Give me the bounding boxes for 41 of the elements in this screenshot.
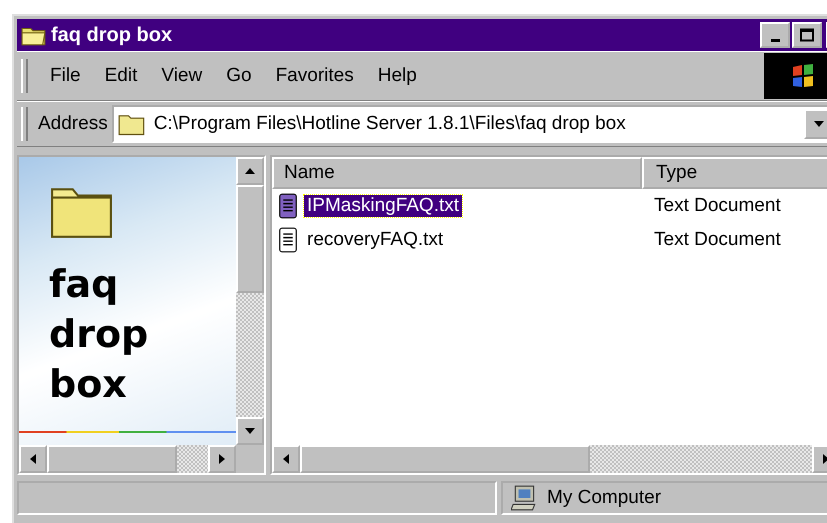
menu-item[interactable]: Help xyxy=(366,65,429,87)
up-arrow-icon xyxy=(244,167,256,175)
menu-item[interactable]: Go xyxy=(214,65,264,87)
maximize-icon xyxy=(799,28,815,42)
folder-title: faq drop box xyxy=(49,261,150,408)
file-type: Text Document xyxy=(653,229,782,251)
address-label: Address xyxy=(38,113,108,135)
menu-item[interactable]: File xyxy=(38,65,93,87)
menu-item[interactable]: Edit xyxy=(92,65,150,87)
left-arrow-icon xyxy=(282,453,290,465)
file-type: Text Document xyxy=(653,195,782,217)
column-header[interactable]: Type xyxy=(642,157,827,189)
scroll-left-button[interactable] xyxy=(272,445,300,473)
minimize-icon xyxy=(770,38,780,42)
file-name[interactable]: IPMaskingFAQ.txt xyxy=(304,195,462,217)
scroll-down-button[interactable] xyxy=(236,417,264,445)
scroll-left-button[interactable] xyxy=(19,445,47,473)
scroll-right-button[interactable] xyxy=(208,445,236,473)
caret-icon xyxy=(813,120,825,128)
minimize-button[interactable] xyxy=(760,22,790,48)
toolbar-grip[interactable] xyxy=(21,107,28,141)
column-header[interactable]: Name xyxy=(272,157,642,189)
scrollbar-thumb[interactable] xyxy=(47,445,177,473)
menu-item[interactable]: Favorites xyxy=(264,65,366,87)
text-file-icon xyxy=(278,193,298,219)
status-zone: My Computer xyxy=(547,487,662,509)
dropdown-button[interactable] xyxy=(804,109,827,139)
text-file-icon xyxy=(278,227,298,253)
file-name[interactable]: recoveryFAQ.txt xyxy=(304,229,446,251)
down-arrow-icon xyxy=(244,427,256,435)
scrollbar-thumb[interactable] xyxy=(236,185,264,293)
address-field[interactable]: C:\Program Files\Hotline Server 1.8.1\Files\faq drop box xyxy=(112,105,827,143)
window-title: faq drop box xyxy=(51,24,174,46)
windows-logo-icon xyxy=(764,53,827,99)
toolbar-grip[interactable] xyxy=(21,59,28,93)
maximize-button[interactable] xyxy=(792,22,822,48)
scrollbar-thumb[interactable] xyxy=(300,445,590,473)
left-arrow-icon xyxy=(29,453,37,465)
scroll-up-button[interactable] xyxy=(236,157,264,185)
right-arrow-icon xyxy=(218,453,226,465)
menu-item[interactable]: View xyxy=(149,65,214,87)
